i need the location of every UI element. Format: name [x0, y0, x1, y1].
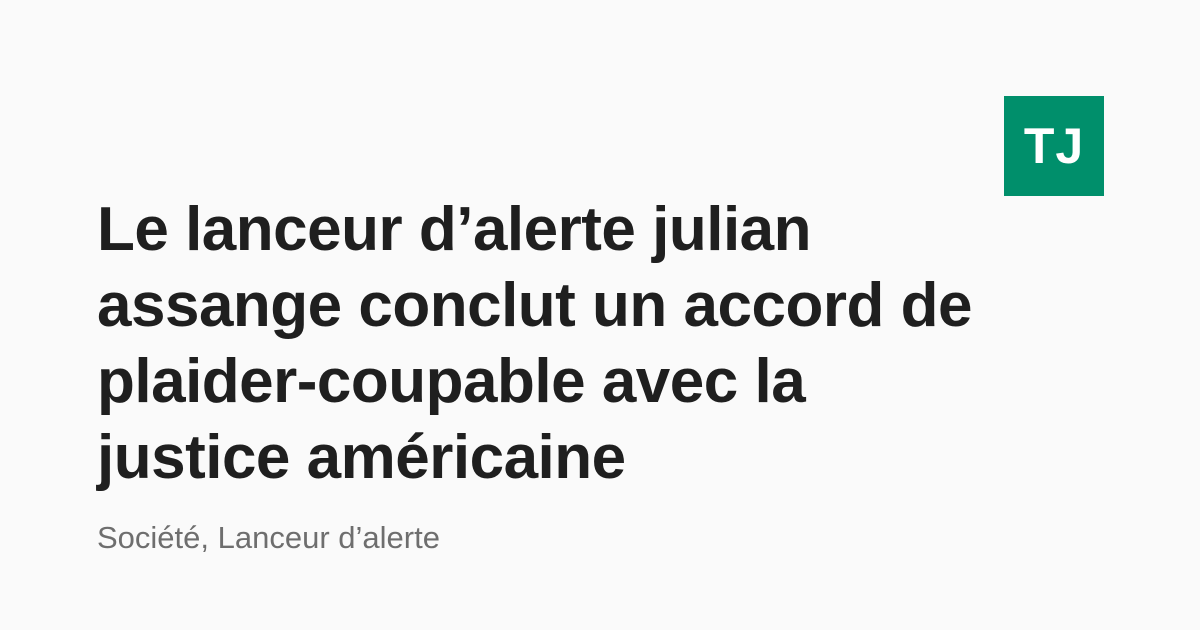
- article-title: Le lanceur d’alerte julian assange concl…: [97, 195, 972, 492]
- article-categories: Société, Lanceur d’alerte: [97, 520, 440, 555]
- site-logo: TJ: [1004, 96, 1104, 196]
